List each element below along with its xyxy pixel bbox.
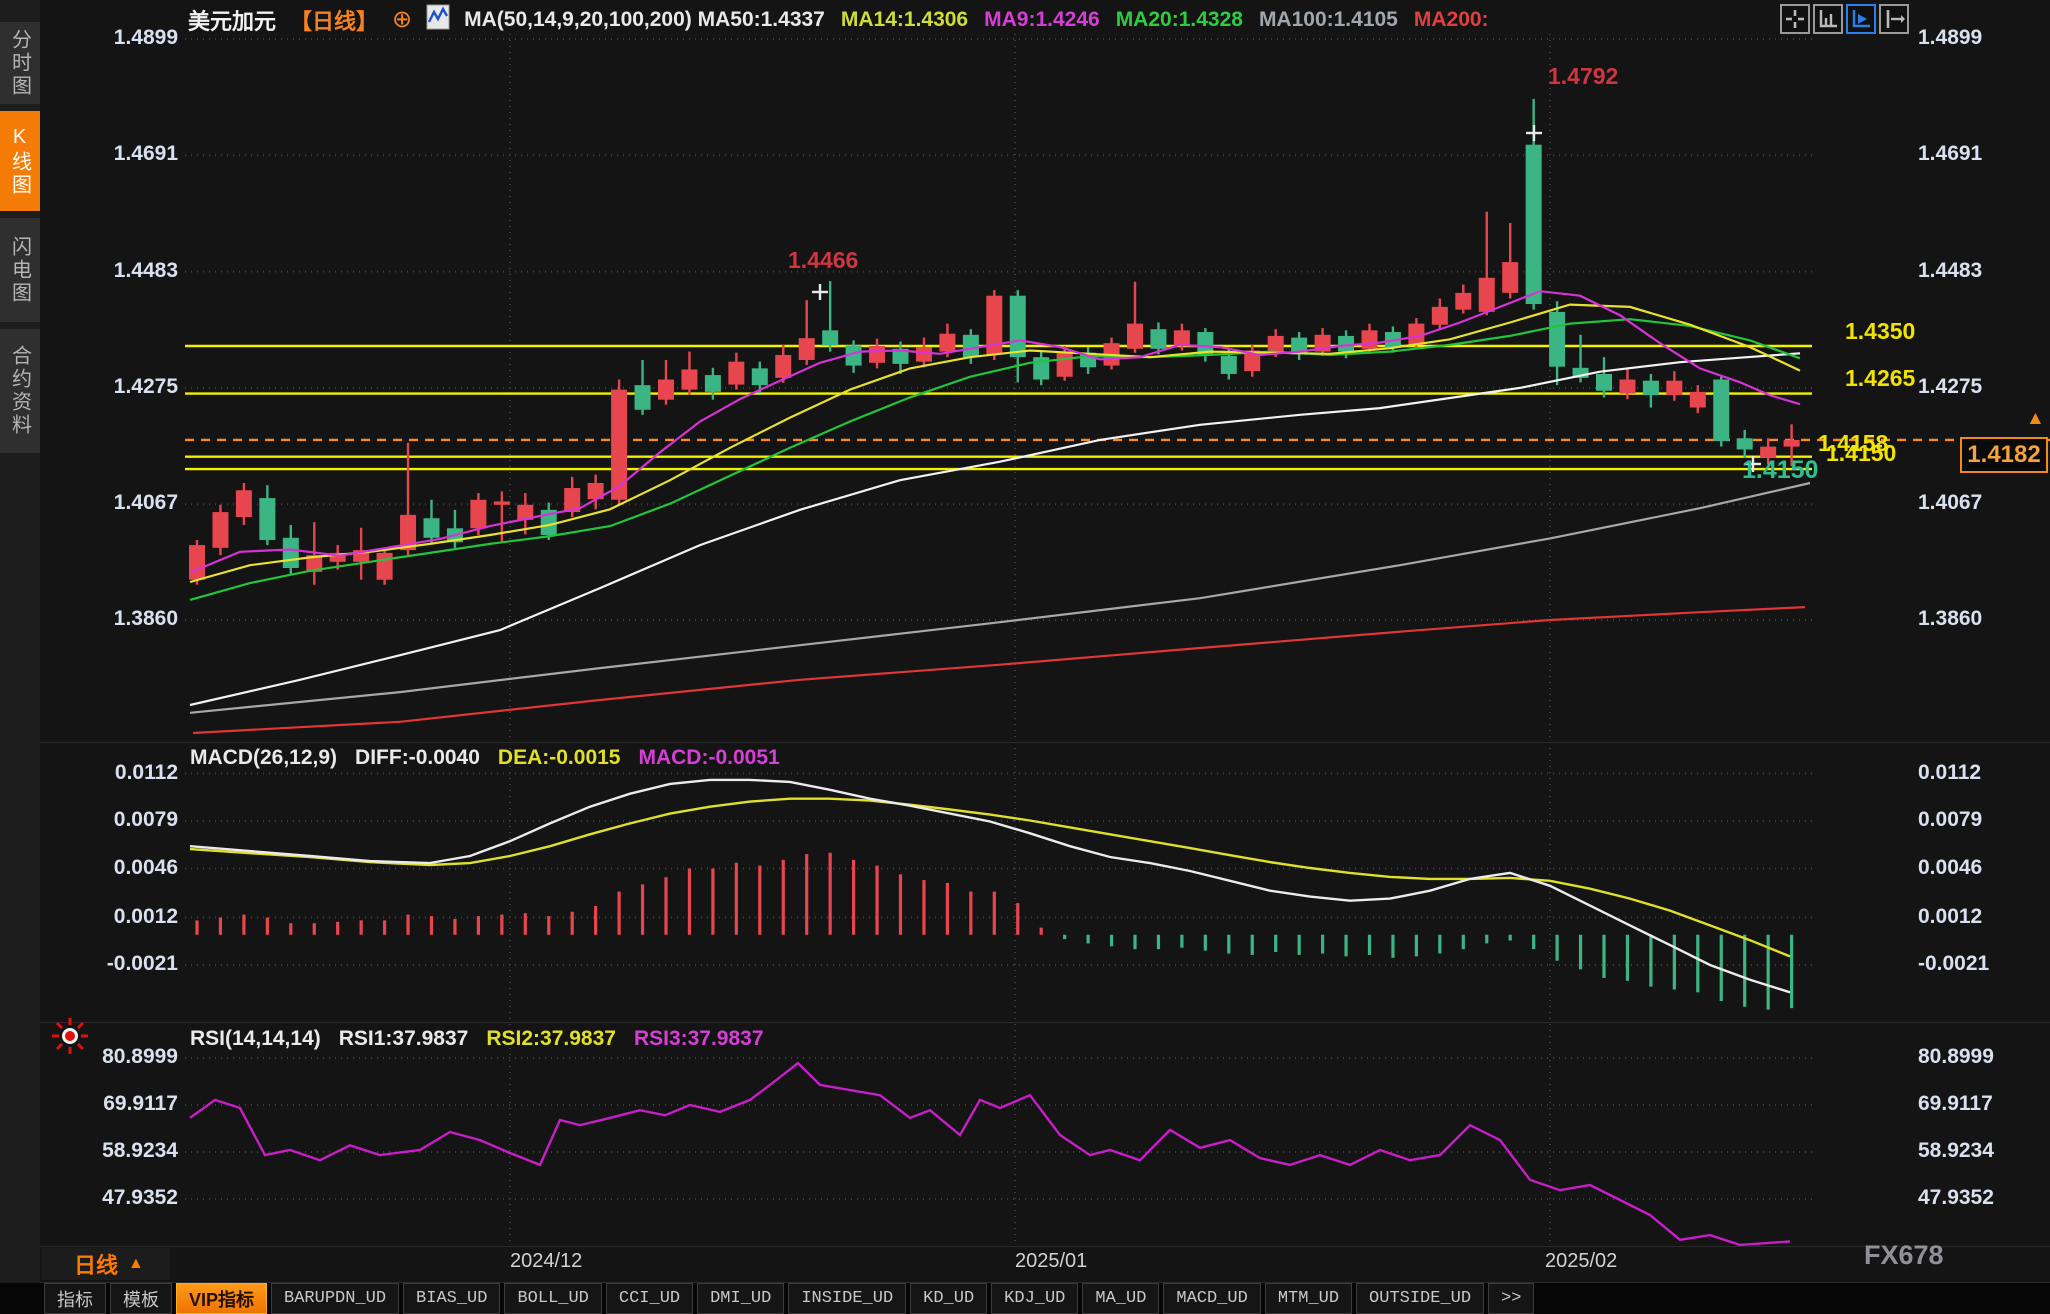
- macd-legend: MACD(26,12,9) DIFF:-0.0040 DEA:-0.0015 M…: [190, 746, 780, 770]
- axis-tick-label: 1.4067: [1918, 491, 1982, 515]
- axis-tick-label: 58.9234: [68, 1139, 178, 1163]
- indicator-tab-15[interactable]: OUTSIDE_UD: [1356, 1283, 1484, 1314]
- axis-tick-label: 1.4691: [1918, 142, 1982, 166]
- indicator-tab-6[interactable]: BOLL_UD: [504, 1283, 601, 1314]
- pan-icon[interactable]: [1780, 4, 1810, 34]
- axis-scale-icon[interactable]: [1813, 4, 1843, 34]
- indicator-tab-2[interactable]: 模板: [110, 1283, 172, 1314]
- axis-tick-label: 1.4067: [68, 491, 178, 515]
- ma-legend-item: MA14:1.4306: [841, 8, 968, 32]
- ma-legend: MA(50,14,9,20,100,200) MA50:1.4337 MA14:1…: [464, 8, 1488, 32]
- symbol-title: 美元加元: [188, 4, 276, 36]
- indicator-tab-11[interactable]: KDJ_UD: [991, 1283, 1078, 1314]
- indicator-tab-7[interactable]: CCI_UD: [606, 1283, 693, 1314]
- ma-legend-item: MA9:1.4246: [984, 8, 1100, 32]
- period-badge: 【日线】: [290, 4, 378, 36]
- axis-tick-label: 1.4483: [68, 259, 178, 283]
- axis-tick-label: 1.4483: [1918, 259, 1982, 283]
- svg-text:1.4792: 1.4792: [1548, 63, 1618, 89]
- indicator-tab-3[interactable]: VIP指标: [176, 1283, 267, 1314]
- axis-tick-label: 0.0079: [1918, 808, 1982, 832]
- sidebar-item-2[interactable]: K线图: [0, 111, 40, 211]
- axis-tick-label: 47.9352: [68, 1186, 178, 1210]
- shift-chart-icon[interactable]: [1879, 4, 1909, 34]
- ma-legend-item: MA20:1.4328: [1116, 8, 1243, 32]
- axis-tick-label: 58.9234: [1918, 1139, 1994, 1163]
- ma-legend-item: MA(50,14,9,20,100,200) MA50:1.4337: [464, 8, 825, 32]
- time-axis-label: 2025/02: [1545, 1250, 1617, 1273]
- indicator-tab-13[interactable]: MACD_UD: [1163, 1283, 1260, 1314]
- alert-icon[interactable]: [50, 1016, 90, 1061]
- axis-tick-label: 47.9352: [1918, 1186, 1994, 1210]
- rsi-legend: RSI(14,14,14) RSI1:37.9837 RSI2:37.9837 …: [190, 1027, 764, 1051]
- chart-style-icon[interactable]: [426, 4, 450, 36]
- axis-tick-label: 1.4899: [1918, 26, 1982, 50]
- axis-tick-label: 1.4275: [68, 375, 178, 399]
- indicator-tab-1[interactable]: 指标: [44, 1283, 106, 1314]
- axis-tick-label: 80.8999: [1918, 1045, 1994, 1069]
- macd-diff-value: DIFF:-0.0040: [355, 746, 480, 770]
- indicator-tab-8[interactable]: DMI_UD: [697, 1283, 784, 1314]
- rsi1-value: RSI1:37.9837: [339, 1027, 469, 1051]
- axis-tick-label: 1.3860: [1918, 607, 1982, 631]
- indicator-tabbar: 指标模板VIP指标BARUPDN_UDBIAS_UDBOLL_UDCCI_UDD…: [0, 1283, 2050, 1314]
- axis-tick-label: 1.4691: [68, 142, 178, 166]
- chart-toolbar: [1780, 4, 1909, 34]
- ma-legend-item: MA200:: [1414, 8, 1489, 32]
- axis-tick-label: 0.0046: [1918, 856, 1982, 880]
- rsi-title: RSI(14,14,14): [190, 1027, 321, 1051]
- chevron-up-icon: ▲: [128, 1255, 144, 1273]
- axis-tick-label: 0.0012: [68, 905, 178, 929]
- last-price-value: 1.4182: [1967, 441, 2040, 469]
- macd-title: MACD(26,12,9): [190, 746, 337, 770]
- rsi3-value: RSI3:37.9837: [634, 1027, 764, 1051]
- price-level-label: 1.4265: [1845, 365, 1915, 392]
- price-level-label: 1.4150: [1742, 456, 1818, 485]
- axis-tick-label: 0.0046: [68, 856, 178, 880]
- axis-tick-label: -0.0021: [68, 952, 178, 976]
- axis-tick-label: 0.0112: [68, 761, 178, 785]
- macd-macd-value: MACD:-0.0051: [638, 746, 779, 770]
- indicator-tab-16[interactable]: >>: [1488, 1283, 1534, 1314]
- time-axis-label: 2025/01: [1015, 1250, 1087, 1273]
- axis-tick-label: 0.0012: [1918, 905, 1982, 929]
- chart-legend-header: 美元加元 【日线】 ⊕ MA(50,14,9,20,100,200) MA50:…: [188, 6, 1489, 34]
- indicator-tab-12[interactable]: MA_UD: [1082, 1283, 1159, 1314]
- timeframe-label: 日线: [74, 1248, 118, 1280]
- axis-tick-label: 1.3860: [68, 607, 178, 631]
- chart-canvas[interactable]: 1.4466 1.4792: [0, 0, 2050, 1314]
- trading-app: 1.44661.4792 1.48991.48991.46911.46911.4…: [0, 0, 2050, 1314]
- axis-tick-label: 69.9117: [1918, 1092, 1993, 1116]
- timeframe-selector[interactable]: 日线 ▲: [42, 1248, 170, 1280]
- axis-tick-label: 69.9117: [68, 1092, 178, 1116]
- indicator-tab-14[interactable]: MTM_UD: [1265, 1283, 1352, 1314]
- price-up-arrow-icon: ▲: [2026, 408, 2045, 430]
- axis-tick-label: -0.0021: [1918, 952, 1989, 976]
- indicator-tab-10[interactable]: KD_UD: [910, 1283, 987, 1314]
- sidebar-item-1[interactable]: 分时图: [0, 22, 40, 104]
- axis-tick-label: 1.4275: [1918, 375, 1982, 399]
- indicator-tab-5[interactable]: BIAS_UD: [403, 1283, 500, 1314]
- price-level-label: 1.4350: [1845, 318, 1915, 345]
- last-price-tag: 1.4182: [1960, 437, 2048, 473]
- sidebar-item-4[interactable]: 合约资料: [0, 329, 40, 453]
- add-indicator-icon[interactable]: ⊕: [392, 10, 412, 30]
- time-axis-label: 2024/12: [510, 1250, 582, 1273]
- axis-tick-label: 1.4899: [68, 26, 178, 50]
- axis-tick-label: 0.0112: [1918, 761, 1981, 785]
- rsi2-value: RSI2:37.9837: [486, 1027, 616, 1051]
- indicator-tab-4[interactable]: BARUPDN_UD: [271, 1283, 399, 1314]
- sidebar-item-3[interactable]: 闪电图: [0, 218, 40, 322]
- price-level-label: 1.4150: [1826, 440, 1896, 467]
- ma-legend-item: MA100:1.4105: [1259, 8, 1398, 32]
- auto-scroll-icon[interactable]: [1846, 4, 1876, 34]
- svg-text:1.4466: 1.4466: [788, 247, 858, 273]
- watermark: FX678: [1864, 1240, 1944, 1271]
- indicator-tab-9[interactable]: INSIDE_UD: [788, 1283, 906, 1314]
- macd-dea-value: DEA:-0.0015: [498, 746, 621, 770]
- left-sidebar: 分时图 K线图闪电图合约资料: [0, 0, 40, 1314]
- axis-tick-label: 0.0079: [68, 808, 178, 832]
